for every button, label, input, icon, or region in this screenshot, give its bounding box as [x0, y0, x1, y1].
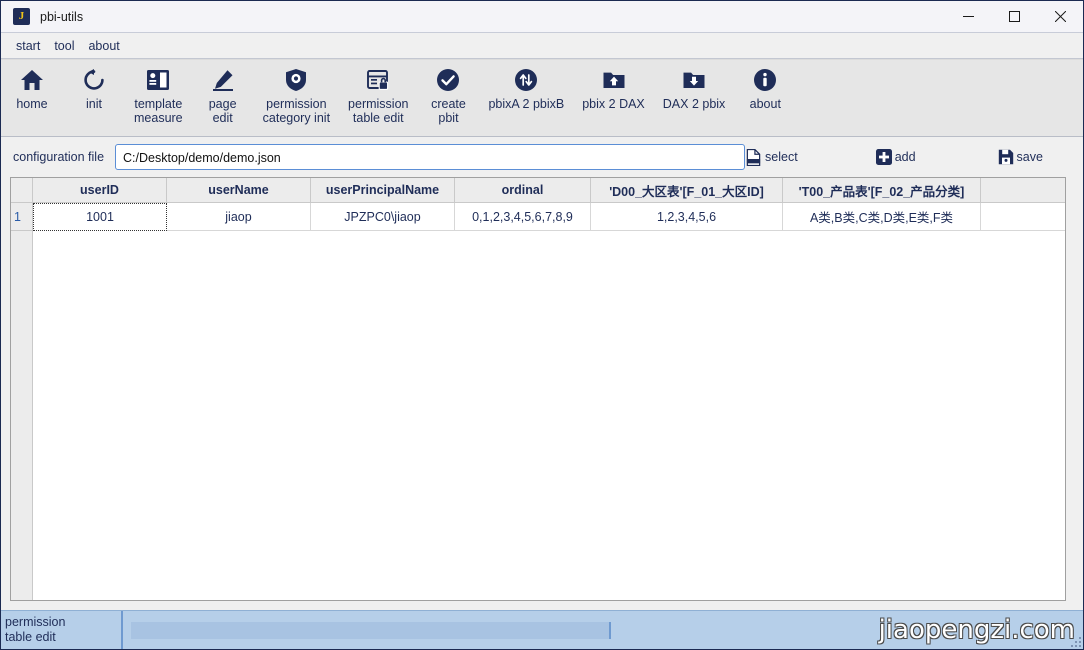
toolbar-button-about[interactable]: about: [734, 66, 796, 111]
window-title: pbi-utils: [40, 9, 84, 24]
toolbar-button-dax-2-pbix[interactable]: DAX 2 pbix: [654, 66, 735, 111]
maximize-button[interactable]: [991, 1, 1037, 32]
toolbar-label-create-pbit: create pbit: [431, 97, 466, 125]
toolbar-button-create-pbit[interactable]: create pbit: [417, 66, 479, 125]
table-empty-area: [11, 231, 1065, 600]
toolbar-button-init[interactable]: init: [63, 66, 125, 111]
status-message: permission table edit: [1, 611, 123, 649]
configuration-file-label: configuration file: [13, 150, 105, 164]
status-bar: permission table edit jiaopengzi.com: [1, 610, 1083, 649]
column-header-username[interactable]: userName: [167, 178, 311, 202]
watermark: jiaopengzi.com: [878, 615, 1075, 645]
minimize-button[interactable]: [945, 1, 991, 32]
menu-item-start[interactable]: start: [9, 37, 47, 55]
column-header-userid[interactable]: userID: [33, 178, 167, 202]
app-icon: J: [13, 8, 30, 25]
table-blank-space[interactable]: [33, 231, 1065, 600]
table-header-row: userID userName userPrincipalName ordina…: [11, 178, 1065, 203]
cell-userprincipalname[interactable]: JPZPC0\jiaop: [311, 203, 455, 231]
toolbar-label-pbix-2-dax: pbix 2 DAX: [582, 97, 645, 111]
folder-up-icon: [602, 66, 626, 94]
folder-down-icon: [682, 66, 706, 94]
title-bar: J pbi-utils: [1, 1, 1083, 33]
table-lock-icon: [366, 66, 390, 94]
progress-bar: [131, 621, 611, 639]
column-header-product-category[interactable]: 'T00_产品表'[F_02_产品分类]: [783, 178, 981, 202]
swap-circle-icon: [514, 66, 538, 94]
select-button-label: select: [765, 150, 798, 164]
application-window: J pbi-utils start tool about home init t…: [0, 0, 1084, 650]
table-container: userID userName userPrincipalName ordina…: [1, 177, 1083, 610]
cell-region-id[interactable]: 1,2,3,4,5,6: [591, 203, 783, 231]
json-file-icon: [745, 148, 762, 166]
toolbar: home init template measure page edit per…: [1, 59, 1083, 137]
close-button[interactable]: [1037, 1, 1083, 32]
toolbar-button-pbixa-2-pbixb[interactable]: pbixA 2 pbixB: [479, 66, 573, 111]
menu-bar: start tool about: [1, 33, 1083, 59]
toolbar-label-permission-table-edit: permission table edit: [348, 97, 409, 125]
cell-product-category[interactable]: A类,B类,C类,D类,E类,F类: [783, 203, 981, 231]
cell-ordinal[interactable]: 0,1,2,3,4,5,6,7,8,9: [455, 203, 591, 231]
toolbar-button-template-measure[interactable]: template measure: [125, 66, 192, 125]
table-row: 1 1001 jiaop JPZPC0\jiaop 0,1,2,3,4,5,6,…: [11, 203, 1065, 231]
column-header-region-id[interactable]: 'D00_大区表'[F_01_大区ID]: [591, 178, 783, 202]
table-corner-cell[interactable]: [11, 178, 33, 202]
row-header-rail: [11, 231, 33, 600]
cell-filler: [981, 203, 1065, 231]
toolbar-label-template-measure: template measure: [134, 97, 183, 125]
cell-userid[interactable]: 1001: [33, 203, 167, 231]
check-circle-icon: [436, 66, 460, 94]
toolbar-button-permission-table-edit[interactable]: permission table edit: [339, 66, 417, 125]
permission-table: userID userName userPrincipalName ordina…: [10, 177, 1066, 601]
configuration-file-row: configuration file C:/Desktop/demo/demo.…: [1, 137, 1083, 177]
select-button[interactable]: select: [745, 148, 798, 166]
shield-gear-icon: [284, 66, 308, 94]
pencil-icon: [211, 66, 235, 94]
window-controls: [945, 1, 1083, 32]
toolbar-label-dax-2-pbix: DAX 2 pbix: [662, 97, 726, 111]
toolbar-button-home[interactable]: home: [1, 66, 63, 111]
add-button[interactable]: add: [875, 149, 916, 165]
row-header-1[interactable]: 1: [11, 203, 33, 231]
column-header-userprincipalname[interactable]: userPrincipalName: [311, 178, 455, 202]
toolbar-label-about: about: [749, 97, 781, 111]
table-body: 1 1001 jiaop JPZPC0\jiaop 0,1,2,3,4,5,6,…: [11, 203, 1065, 600]
configuration-file-input[interactable]: C:/Desktop/demo/demo.json: [115, 144, 746, 170]
resize-grip[interactable]: [1069, 635, 1081, 647]
column-header-ordinal[interactable]: ordinal: [455, 178, 591, 202]
floppy-disk-icon: [998, 149, 1014, 165]
menu-item-about[interactable]: about: [81, 37, 126, 55]
home-icon: [20, 66, 44, 94]
cell-username[interactable]: jiaop: [167, 203, 311, 231]
column-header-filler: [981, 178, 1065, 202]
refresh-icon: [82, 66, 106, 94]
toolbar-label-permission-category-init: permission category init: [262, 97, 331, 125]
plus-square-icon: [875, 149, 892, 165]
add-button-label: add: [894, 150, 916, 164]
save-button-label: save: [1016, 150, 1043, 164]
save-button[interactable]: save: [998, 149, 1043, 165]
toolbar-button-pbix-2-dax[interactable]: pbix 2 DAX: [573, 66, 654, 111]
toolbar-label-init: init: [86, 97, 102, 111]
toolbar-label-pbixa-2-pbixb: pbixA 2 pbixB: [488, 97, 565, 111]
toolbar-button-page-edit[interactable]: page edit: [192, 66, 254, 125]
toolbar-label-home: home: [16, 97, 48, 111]
info-circle-icon: [753, 66, 777, 94]
menu-item-tool[interactable]: tool: [47, 37, 81, 55]
toolbar-button-permission-category-init[interactable]: permission category init: [254, 66, 339, 125]
toolbar-label-page-edit: page edit: [208, 97, 237, 125]
template-panel-icon: [146, 66, 170, 94]
